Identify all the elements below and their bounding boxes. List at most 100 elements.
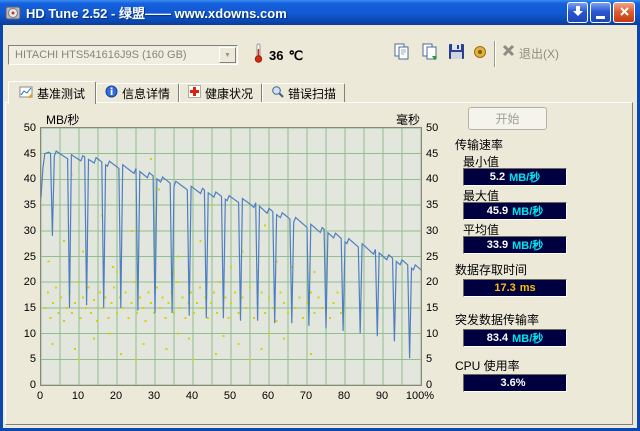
tab-benchmark-label: 基准测试 bbox=[37, 86, 86, 101]
health-cross-icon bbox=[188, 85, 202, 101]
close-button[interactable] bbox=[613, 2, 635, 23]
burst-rate-value-box: 83.4 MB/秒 bbox=[463, 329, 567, 347]
tick-label: 20 bbox=[109, 390, 123, 402]
copy-text-button[interactable] bbox=[418, 42, 442, 66]
copy-text-icon bbox=[421, 43, 439, 66]
tab-info-label: 信息详情 bbox=[122, 86, 171, 101]
tick-label: 45 bbox=[426, 147, 439, 160]
transfer-rate-group-label: 传输速率 bbox=[455, 138, 504, 152]
min-value-box: 5.2 MB/秒 bbox=[463, 168, 567, 186]
info-icon bbox=[105, 85, 118, 101]
access-time-unit: ms bbox=[519, 282, 536, 294]
titlebar[interactable]: HD Tune 2.52 - 绿盟—— www.xdowns.com bbox=[0, 0, 640, 25]
drive-select-value: HITACHI HTS541616J9S (160 GB) bbox=[15, 49, 187, 61]
options-button[interactable] bbox=[468, 42, 492, 66]
tick-label: 5 bbox=[426, 353, 433, 366]
access-time-label: 数据存取时间 bbox=[455, 263, 528, 277]
minimize-button[interactable] bbox=[590, 2, 611, 23]
avg-unit: MB/秒 bbox=[512, 240, 544, 252]
combo-dropdown-button[interactable]: ▼ bbox=[219, 47, 236, 63]
tick-label: 40 bbox=[426, 173, 439, 186]
benchmark-plot-svg bbox=[41, 128, 421, 385]
tick-label: 35 bbox=[23, 199, 36, 212]
y-left-axis-label: MB/秒 bbox=[46, 113, 80, 127]
download-button[interactable] bbox=[567, 2, 588, 23]
tick-label: 40 bbox=[23, 173, 36, 186]
exit-x-icon bbox=[502, 44, 515, 62]
benchmark-plot bbox=[40, 127, 422, 386]
cpu-usage-value-box: 3.6% bbox=[463, 374, 567, 392]
tick-label: 80 bbox=[337, 390, 351, 402]
burst-rate-value: 83.4 bbox=[486, 332, 509, 344]
tick-label: 20 bbox=[23, 276, 36, 289]
benchmark-tab-page: 开始 MB/秒 毫秒 50 45 40 35 30 25 20 15 10 5 0 50 45 40 35… bbox=[5, 102, 633, 425]
start-button[interactable]: 开始 bbox=[468, 107, 547, 130]
tick-label: 35 bbox=[426, 199, 439, 212]
save-icon bbox=[448, 43, 465, 65]
scan-magnifier-icon bbox=[271, 85, 284, 101]
min-unit: MB/秒 bbox=[509, 172, 541, 184]
tick-label: 0 bbox=[29, 379, 36, 391]
temperature-value: 36 bbox=[269, 48, 284, 63]
y-axis-left: 50 45 40 35 30 25 20 15 10 5 0 bbox=[12, 122, 38, 391]
tab-bar: 基准测试 信息详情 健康状况 错误扫描 bbox=[8, 81, 346, 104]
tick-label: 50 bbox=[23, 122, 36, 134]
tick-label: 30 bbox=[426, 224, 439, 237]
window-title: HD Tune 2.52 - 绿盟—— www.xdowns.com bbox=[26, 6, 287, 21]
tick-label: 90 bbox=[375, 390, 389, 402]
save-screenshot-button[interactable] bbox=[444, 42, 468, 66]
tick-label: 70 bbox=[299, 390, 313, 402]
thermometer-icon bbox=[253, 43, 264, 68]
x-axis: 0 10 20 30 40 50 60 70 80 90 100% bbox=[36, 390, 434, 404]
tick-label: 15 bbox=[426, 301, 439, 314]
y-right-axis-label: 毫秒 bbox=[396, 113, 421, 127]
temperature-indicator: 36 ℃ bbox=[253, 43, 303, 68]
tab-benchmark[interactable]: 基准测试 bbox=[8, 81, 97, 104]
tick-label: 50 bbox=[223, 390, 237, 402]
drive-select[interactable]: HITACHI HTS541616J9S (160 GB) ▼ bbox=[8, 45, 238, 65]
tab-error-scan-label: 错误扫描 bbox=[288, 86, 337, 101]
copy-screenshot-button[interactable] bbox=[390, 42, 414, 66]
burst-rate-label: 突发数据传输率 bbox=[455, 313, 540, 327]
exit-label: 退出(X) bbox=[519, 46, 559, 61]
avg-value: 33.9 bbox=[486, 239, 509, 251]
access-time-value-box: 17.3 ms bbox=[463, 279, 567, 297]
tick-label: 40 bbox=[185, 390, 199, 402]
min-value: 5.2 bbox=[489, 171, 506, 183]
benchmark-icon bbox=[19, 85, 33, 102]
tick-label: 50 bbox=[426, 122, 439, 134]
app-icon bbox=[5, 5, 21, 21]
minimize-icon bbox=[596, 16, 605, 19]
tick-label: 60 bbox=[261, 390, 275, 402]
tab-health[interactable]: 健康状况 bbox=[179, 83, 263, 102]
tick-label: 10 bbox=[71, 390, 85, 402]
tick-label: 10 bbox=[23, 327, 36, 340]
options-icon bbox=[471, 43, 489, 66]
max-value: 45.9 bbox=[486, 205, 509, 217]
close-icon bbox=[619, 4, 630, 22]
tick-label: 10 bbox=[426, 327, 439, 340]
tab-info[interactable]: 信息详情 bbox=[96, 83, 180, 102]
tick-label: 100% bbox=[405, 390, 435, 402]
tick-label: 25 bbox=[426, 250, 439, 263]
burst-rate-unit: MB/秒 bbox=[512, 333, 544, 345]
window-body: HITACHI HTS541616J9S (160 GB) ▼ 36 ℃ 退出(… bbox=[0, 25, 640, 431]
cpu-usage-value: 3.6% bbox=[500, 377, 526, 389]
max-value-box: 45.9 MB/秒 bbox=[463, 202, 567, 220]
tick-label: 20 bbox=[426, 276, 439, 289]
tab-error-scan[interactable]: 错误扫描 bbox=[262, 83, 346, 102]
tick-label: 0 bbox=[36, 390, 44, 402]
max-unit: MB/秒 bbox=[512, 206, 544, 218]
cpu-usage-label: CPU 使用率 bbox=[455, 359, 520, 373]
chevron-down-icon: ▼ bbox=[224, 51, 231, 59]
avg-value-box: 33.9 MB/秒 bbox=[463, 236, 567, 254]
tick-label: 45 bbox=[23, 147, 36, 160]
tick-label: 25 bbox=[23, 250, 36, 263]
toolbar-separator bbox=[494, 41, 496, 67]
tick-label: 15 bbox=[23, 301, 36, 314]
y-axis-right: 50 45 40 35 30 25 20 15 10 5 0 bbox=[423, 122, 449, 391]
access-time-value: 17.3 bbox=[494, 282, 516, 294]
tick-label: 30 bbox=[147, 390, 161, 402]
exit-button[interactable]: 退出(X) bbox=[502, 44, 559, 62]
tab-health-label: 健康状况 bbox=[205, 86, 254, 101]
